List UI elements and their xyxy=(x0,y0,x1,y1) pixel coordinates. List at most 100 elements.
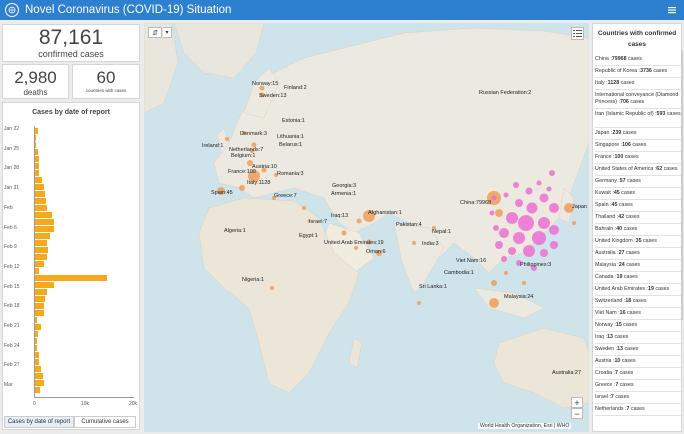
country-list-item[interactable]: United Arab Emirates :19 cases xyxy=(595,284,681,296)
country-list-item[interactable]: Italy :1128 cases xyxy=(595,78,681,90)
country-list-item[interactable]: Norway :15 cases xyxy=(595,320,681,332)
chart-bar xyxy=(35,212,53,218)
country-case-suffix: cases xyxy=(625,310,641,316)
map-country-label: Malaysia:24 xyxy=(504,294,534,300)
country-list-item[interactable]: Iran (Islamic Republic of) :593 cases xyxy=(595,109,681,128)
country-list-item[interactable]: Republic of Korea :3736 cases xyxy=(595,66,681,78)
map-country-label: Norway:15 xyxy=(252,81,279,87)
map-country-label: Israel:7 xyxy=(309,219,328,225)
country-name: Iran (Islamic Republic of) : xyxy=(595,111,657,117)
map-country-label: Georgia:3 xyxy=(332,183,357,189)
map-country-label: Russian Federation:2 xyxy=(479,90,532,96)
country-case-suffix: cases xyxy=(619,80,635,86)
confirmed-value: 87,161 xyxy=(38,26,104,49)
country-case-suffix: cases xyxy=(622,274,638,280)
chart-y-tick-label: Feb xyxy=(4,204,13,211)
country-list-item[interactable]: Australia :27 cases xyxy=(595,248,681,260)
map-country-label: Italy:1128 xyxy=(247,180,271,186)
basemap-toggle[interactable]: ⇵ xyxy=(148,27,162,38)
country-list-scrollbar[interactable] xyxy=(681,50,683,320)
country-case-suffix: cases xyxy=(651,68,668,74)
country-case-count: 1128 xyxy=(607,80,620,86)
country-name: Croatia : xyxy=(595,370,616,376)
country-case-suffix: cases xyxy=(621,322,638,328)
country-name: Greece : xyxy=(595,382,616,388)
country-list-item[interactable]: Austria :10 cases xyxy=(595,356,681,368)
country-case-suffix: cases xyxy=(626,56,642,62)
country-list-item[interactable]: Kuwait :45 cases xyxy=(595,188,681,200)
chart-y-tick-label: Feb 18 xyxy=(4,303,20,310)
country-case-suffix: cases xyxy=(622,226,638,232)
country-list-item[interactable]: United Kingdom :35 cases xyxy=(595,236,681,248)
map-legend-button[interactable] xyxy=(571,27,584,40)
country-list-item[interactable]: Malaysia :24 cases xyxy=(595,260,681,272)
country-list-item[interactable]: Iraq :13 cases xyxy=(595,332,681,344)
map-country-label: Egypt:1 xyxy=(299,233,318,239)
country-list-item[interactable]: International conveyance (Diamond Prince… xyxy=(595,90,681,109)
tab-cumulative-cases[interactable]: Cumulative cases xyxy=(74,416,136,428)
country-list-item[interactable]: China :79968 cases xyxy=(595,54,681,66)
map-country-label: Armenia:1 xyxy=(331,191,357,197)
country-list-item[interactable]: Thailand :42 cases xyxy=(595,212,681,224)
country-list-item[interactable]: Greece :7 cases xyxy=(595,380,681,392)
country-list-item[interactable]: Singapore :106 cases xyxy=(595,140,681,152)
country-list-item[interactable]: Viet Nam :16 cases xyxy=(595,308,681,320)
country-list-item[interactable]: Japan :239 cases xyxy=(595,128,681,140)
world-map[interactable]: Norway:15 Finland:2 Sweden:13 Estonia:1 Russ… xyxy=(144,23,589,432)
chart-bar xyxy=(35,149,39,155)
map-country-label: Viet Nam:16 xyxy=(456,258,487,264)
country-name: Iraq : xyxy=(595,334,608,340)
country-list-item[interactable]: Israel :7 cases xyxy=(595,392,681,404)
map-country-label: Belarus:1 xyxy=(279,142,303,148)
map-country-label: Sri Lanka:1 xyxy=(419,284,447,290)
country-list-item[interactable]: United States of America :62 cases xyxy=(595,164,681,176)
country-case-suffix: cases xyxy=(662,166,678,172)
basemap-dropdown[interactable]: ▾ xyxy=(163,27,172,38)
map-country-label: France:100 xyxy=(228,169,256,175)
map-country-label: Nigeria:1 xyxy=(242,277,265,283)
country-name: Australia : xyxy=(595,250,619,256)
country-list-item[interactable]: Germany :57 cases xyxy=(595,176,681,188)
map-country-label: Spain:45 xyxy=(211,190,233,196)
who-logo-icon xyxy=(5,3,19,17)
chart-bar xyxy=(35,331,39,337)
basemap-icon: ⇵ xyxy=(152,29,158,37)
deaths-panel: 2,980 deaths xyxy=(2,64,69,99)
chart-bar xyxy=(35,268,39,274)
country-case-count: 706 xyxy=(620,99,629,105)
chart-y-tick-label: Feb 9 xyxy=(4,244,17,251)
country-name: Japan : xyxy=(595,130,613,136)
country-list-item[interactable]: Spain :45 cases xyxy=(595,200,681,212)
chart-y-tick-label: Feb 24 xyxy=(4,342,20,349)
country-list-item[interactable]: Croatia :7 cases xyxy=(595,368,681,380)
map-country-label: Finland:2 xyxy=(284,85,307,91)
chart-bar xyxy=(35,275,107,281)
menu-icon[interactable] xyxy=(666,3,678,15)
countries-value: 60 xyxy=(96,68,116,87)
country-list-item[interactable]: Netherlands :7 cases xyxy=(595,404,681,416)
chart-bar xyxy=(35,366,41,372)
chart-bar xyxy=(35,170,40,176)
country-case-suffix: cases xyxy=(624,214,640,220)
country-case-suffix: cases xyxy=(620,358,636,364)
zoom-out-button[interactable]: − xyxy=(571,408,583,419)
chart-bar xyxy=(35,135,36,141)
map-landmass xyxy=(144,23,589,409)
country-list-item[interactable]: France :100 cases xyxy=(595,152,681,164)
country-case-suffix: cases xyxy=(618,382,634,388)
confirmed-cases-panel: 87,161 confirmed cases xyxy=(2,24,140,62)
country-list-item[interactable]: Bahrain :40 cases xyxy=(595,224,681,236)
country-list-item[interactable]: Canada :19 cases xyxy=(595,272,681,284)
country-case-suffix: cases xyxy=(631,298,647,304)
country-list-item[interactable]: Sweden :13 cases xyxy=(595,344,681,356)
country-name: United States of America : xyxy=(595,166,657,172)
country-list-item[interactable]: Switzerland :18 cases xyxy=(595,296,681,308)
country-name: Norway : xyxy=(595,322,616,328)
chart-bar xyxy=(35,261,45,267)
chart-y-tick-label: Feb 15 xyxy=(4,283,20,290)
zoom-in-button[interactable]: + xyxy=(571,397,583,408)
map-country-label: Sweden:13 xyxy=(259,93,287,99)
map-country-label: Australia:27 xyxy=(552,370,582,376)
tab-cases-by-date[interactable]: Cases by date of report xyxy=(4,416,74,428)
map-country-label: Philippines:3 xyxy=(520,262,552,268)
